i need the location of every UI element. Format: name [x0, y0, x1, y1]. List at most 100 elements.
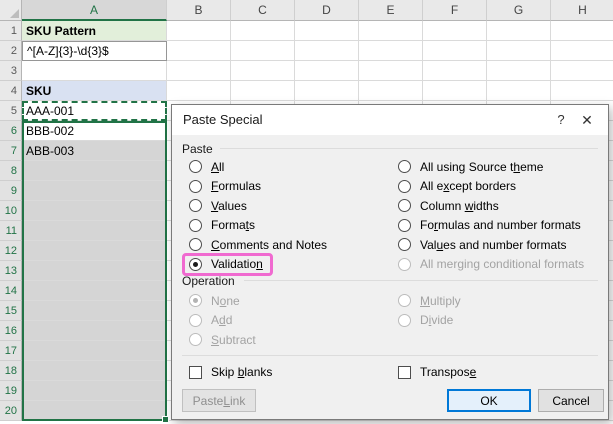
column-header-a[interactable]: A — [22, 0, 167, 21]
radio-values-and-number-formats[interactable]: Values and number formats — [394, 235, 571, 255]
cell-b2[interactable] — [167, 41, 231, 61]
radio-all-using-source-theme[interactable]: All using Source theme — [394, 157, 547, 177]
cell-g2[interactable] — [487, 41, 551, 61]
cell-e2[interactable] — [359, 41, 423, 61]
radio-control[interactable] — [189, 257, 202, 271]
cell-a13[interactable] — [22, 261, 167, 281]
cell-a6[interactable]: BBB-002 — [22, 121, 167, 141]
row-header-6[interactable]: 6 — [0, 121, 22, 141]
cell-e4[interactable] — [359, 81, 423, 101]
row-header-13[interactable]: 13 — [0, 261, 22, 281]
radio-control[interactable] — [189, 218, 202, 232]
row-header-3[interactable]: 3 — [0, 61, 22, 81]
cell-a11[interactable] — [22, 221, 167, 241]
row-header-5[interactable]: 5 — [0, 101, 22, 121]
close-icon[interactable]: ✕ — [574, 105, 600, 135]
radio-all-except-borders[interactable]: All except borders — [394, 177, 520, 197]
cell-f3[interactable] — [423, 61, 487, 81]
radio-formulas[interactable]: Formulas — [185, 177, 265, 197]
radio-formulas-and-number-formats[interactable]: Formulas and number formats — [394, 216, 585, 236]
ok-button[interactable]: OK — [447, 389, 531, 412]
cell-a15[interactable] — [22, 301, 167, 321]
radio-control[interactable] — [398, 218, 411, 232]
column-header-f[interactable]: F — [423, 0, 487, 21]
cell-f2[interactable] — [423, 41, 487, 61]
radio-comments-and-notes[interactable]: Comments and Notes — [185, 235, 331, 255]
cell-h4[interactable] — [551, 81, 613, 101]
cell-g4[interactable] — [487, 81, 551, 101]
cell-a14[interactable] — [22, 281, 167, 301]
cell-d3[interactable] — [295, 61, 359, 81]
column-header-c[interactable]: C — [231, 0, 295, 21]
radio-control[interactable] — [189, 238, 202, 252]
column-header-d[interactable]: D — [295, 0, 359, 21]
cell-a5[interactable]: AAA-001 — [22, 101, 167, 121]
row-header-18[interactable]: 18 — [0, 361, 22, 381]
radio-column-widths[interactable]: Column widths — [394, 196, 503, 216]
radio-formats[interactable]: Formats — [185, 216, 259, 236]
row-header-4[interactable]: 4 — [0, 81, 22, 101]
cell-d4[interactable] — [295, 81, 359, 101]
row-header-8[interactable]: 8 — [0, 161, 22, 181]
checkbox-transpose[interactable] — [398, 365, 411, 379]
radio-all[interactable]: All — [185, 157, 228, 177]
cell-a18[interactable] — [22, 361, 167, 381]
cell-a12[interactable] — [22, 241, 167, 261]
row-header-10[interactable]: 10 — [0, 201, 22, 221]
row-header-17[interactable]: 17 — [0, 341, 22, 361]
radio-validation[interactable]: Validation — [182, 252, 273, 276]
cell-a16[interactable] — [22, 321, 167, 341]
cell-c2[interactable] — [231, 41, 295, 61]
column-header-h[interactable]: H — [551, 0, 613, 21]
radio-control[interactable] — [398, 160, 411, 174]
cell-a10[interactable] — [22, 201, 167, 221]
row-header-15[interactable]: 15 — [0, 301, 22, 321]
column-header-b[interactable]: B — [167, 0, 231, 21]
row-header-12[interactable]: 12 — [0, 241, 22, 261]
cell-h3[interactable] — [551, 61, 613, 81]
radio-control[interactable] — [189, 179, 202, 193]
cell-f1[interactable] — [423, 21, 487, 41]
radio-control[interactable] — [398, 199, 411, 213]
cell-a7[interactable]: ABB-003 — [22, 141, 167, 161]
radio-control[interactable] — [189, 199, 202, 213]
cell-c4[interactable] — [231, 81, 295, 101]
cell-a19[interactable] — [22, 381, 167, 401]
radio-control[interactable] — [189, 160, 202, 174]
cell-g3[interactable] — [487, 61, 551, 81]
cell-g1[interactable] — [487, 21, 551, 41]
cell-a4[interactable]: SKU — [22, 81, 167, 101]
radio-control[interactable] — [398, 238, 411, 252]
cell-c1[interactable] — [231, 21, 295, 41]
row-header-16[interactable]: 16 — [0, 321, 22, 341]
cell-a1[interactable]: SKU Pattern — [22, 21, 167, 41]
radio-values[interactable]: Values — [185, 196, 251, 216]
select-all-corner[interactable] — [0, 0, 22, 21]
row-header-9[interactable]: 9 — [0, 181, 22, 201]
cell-b1[interactable] — [167, 21, 231, 41]
row-header-2[interactable]: 2 — [0, 41, 22, 61]
radio-control[interactable] — [398, 179, 411, 193]
cell-b3[interactable] — [167, 61, 231, 81]
row-header-11[interactable]: 11 — [0, 221, 22, 241]
cell-d2[interactable] — [295, 41, 359, 61]
cell-h1[interactable] — [551, 21, 613, 41]
cell-f4[interactable] — [423, 81, 487, 101]
cell-b4[interactable] — [167, 81, 231, 101]
row-header-20[interactable]: 20 — [0, 401, 22, 421]
cell-a8[interactable] — [22, 161, 167, 181]
cell-a3[interactable] — [22, 61, 167, 81]
cell-a9[interactable] — [22, 181, 167, 201]
checkbox-skip-blanks[interactable] — [189, 365, 202, 379]
cell-e1[interactable] — [359, 21, 423, 41]
cell-h2[interactable] — [551, 41, 613, 61]
help-icon[interactable]: ? — [548, 105, 574, 135]
row-header-14[interactable]: 14 — [0, 281, 22, 301]
row-header-1[interactable]: 1 — [0, 21, 22, 41]
column-header-e[interactable]: E — [359, 0, 423, 21]
row-header-19[interactable]: 19 — [0, 381, 22, 401]
cell-a17[interactable] — [22, 341, 167, 361]
cell-a2[interactable]: ^[A-Z]{3}-\d{3}$ — [22, 41, 167, 61]
dialog-title-bar[interactable]: Paste Special ? ✕ — [172, 105, 608, 135]
cell-c3[interactable] — [231, 61, 295, 81]
